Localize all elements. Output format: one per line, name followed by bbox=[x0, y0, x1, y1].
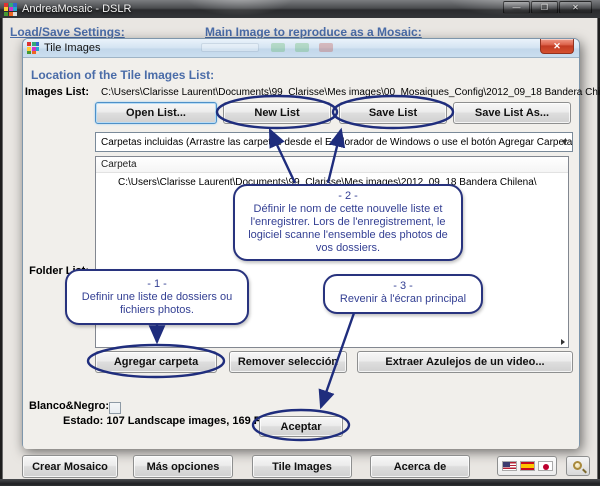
folder-list-column-header: Carpeta bbox=[96, 157, 568, 173]
dialog-body: Location of the Tile Images List: Images… bbox=[23, 57, 579, 449]
titlebar-ghost bbox=[319, 43, 333, 52]
minimize-button[interactable]: — bbox=[503, 1, 530, 14]
section-heading: Location of the Tile Images List: bbox=[31, 68, 214, 82]
accept-button[interactable]: Aceptar bbox=[259, 416, 343, 437]
images-list-label: Images List: bbox=[23, 86, 89, 98]
extract-tiles-video-button[interactable]: Extraer Azulejos de un video... bbox=[357, 351, 573, 373]
more-options-button[interactable]: Más opciones bbox=[133, 455, 233, 478]
japan-flag-icon[interactable] bbox=[538, 461, 553, 471]
us-flag-icon[interactable] bbox=[502, 461, 517, 471]
window-close-button[interactable]: ✕ bbox=[559, 1, 592, 14]
dialog-icon bbox=[27, 42, 39, 54]
bw-checkbox[interactable] bbox=[109, 402, 121, 414]
titlebar-ghost bbox=[295, 43, 309, 52]
callout-1: - 1 - Definir une liste de dossiers ou f… bbox=[65, 269, 249, 325]
folders-dropdown[interactable]: Carpetas incluidas (Arrastre las carpeta… bbox=[95, 132, 573, 152]
callout-1-text: Definir une liste de dossiers ou fichier… bbox=[73, 291, 241, 317]
titlebar-ghost bbox=[271, 43, 285, 52]
titlebar-ghost bbox=[201, 43, 259, 52]
load-save-settings-heading: Load/Save Settings: bbox=[10, 25, 125, 39]
app-window: AndreaMosaic - DSLR — ❐ ✕ Load/Save Sett… bbox=[0, 0, 600, 486]
black-white-label: Blanco&Negro: bbox=[29, 400, 105, 412]
folders-dropdown-label: Carpetas incluidas (Arrastre las carpeta… bbox=[101, 137, 573, 148]
window-title: AndreaMosaic - DSLR bbox=[22, 3, 131, 15]
maximize-button[interactable]: ❐ bbox=[531, 1, 558, 14]
open-list-button[interactable]: Open List... bbox=[95, 102, 217, 124]
main-image-heading: Main Image to reproduce as a Mosaic: bbox=[205, 25, 422, 39]
about-button[interactable]: Acerca de bbox=[370, 455, 470, 478]
app-icon bbox=[4, 3, 17, 16]
titlebar-glass-highlight bbox=[180, 0, 300, 18]
callout-3-text: Revenir à l'écran principal bbox=[331, 293, 475, 306]
tile-images-button[interactable]: Tile Images bbox=[252, 455, 352, 478]
remove-selection-button[interactable]: Remover selección bbox=[229, 351, 347, 373]
callout-2: - 2 - Définir le nom de cette nouvelle l… bbox=[233, 184, 463, 261]
list-resize-marker bbox=[561, 339, 565, 345]
save-list-as-button[interactable]: Save List As... bbox=[453, 102, 571, 124]
callout-3-number: - 3 - bbox=[331, 280, 475, 293]
language-selector[interactable] bbox=[497, 456, 557, 476]
callout-2-number: - 2 - bbox=[241, 190, 455, 203]
save-list-button[interactable]: Save List bbox=[339, 102, 447, 124]
magnifier-icon bbox=[573, 461, 582, 470]
callout-2-text: Définir le nom de cette nouvelle liste e… bbox=[241, 203, 455, 255]
dialog-title: Tile Images bbox=[44, 42, 100, 54]
new-list-button[interactable]: New List bbox=[223, 102, 331, 124]
add-folder-button[interactable]: Agregar carpeta bbox=[95, 351, 217, 373]
images-list-path: C:\Users\Clarisse Laurent\Documents\99_C… bbox=[101, 87, 571, 98]
window-titlebar: AndreaMosaic - DSLR — ❐ ✕ bbox=[0, 0, 600, 18]
spain-flag-icon[interactable] bbox=[520, 461, 535, 471]
dialog-titlebar[interactable]: Tile Images bbox=[23, 39, 579, 57]
chevron-down-icon: ▼ bbox=[560, 137, 569, 147]
callout-3: - 3 - Revenir à l'écran principal bbox=[323, 274, 483, 314]
dialog-close-button[interactable]: ✕ bbox=[540, 39, 574, 54]
window-bottom-frame bbox=[0, 479, 600, 486]
create-mosaic-button[interactable]: Crear Mosaico bbox=[22, 455, 118, 478]
callout-1-number: - 1 - bbox=[73, 278, 241, 291]
tile-images-dialog: Tile Images ✕ Location of the Tile Image… bbox=[22, 38, 580, 448]
search-button[interactable] bbox=[566, 456, 590, 476]
